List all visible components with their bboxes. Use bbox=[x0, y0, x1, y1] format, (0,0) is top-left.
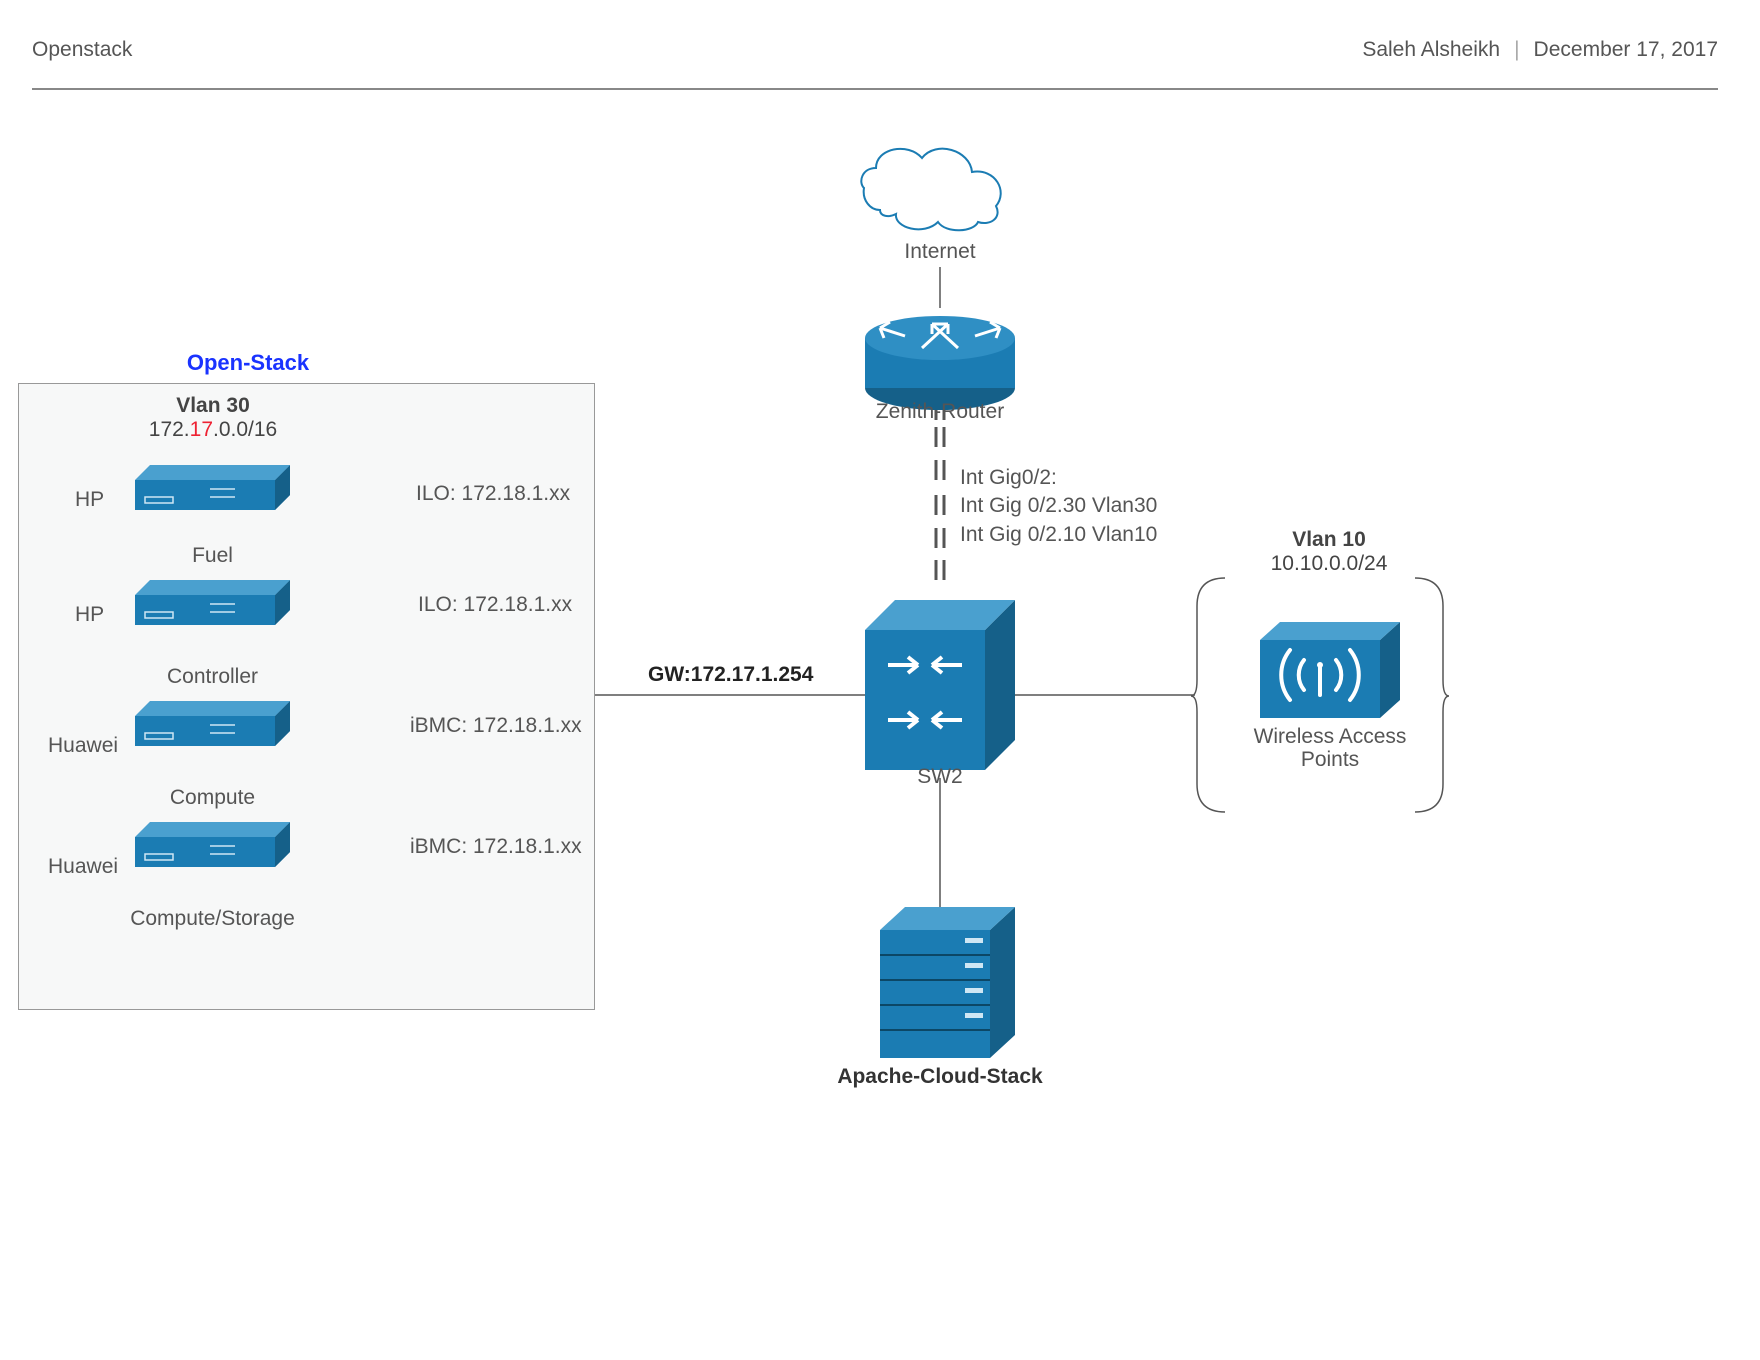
rack-icon bbox=[880, 907, 1015, 1058]
page: Openstack Saleh Alsheikh | December 17, … bbox=[0, 0, 1760, 1360]
acs-label: Apache-Cloud-Stack bbox=[800, 1065, 1080, 1089]
diagram-canvas: Open-Stack Vlan 30 172.17.0.0/16 bbox=[0, 0, 1760, 1360]
rack-svg bbox=[0, 0, 1760, 1360]
